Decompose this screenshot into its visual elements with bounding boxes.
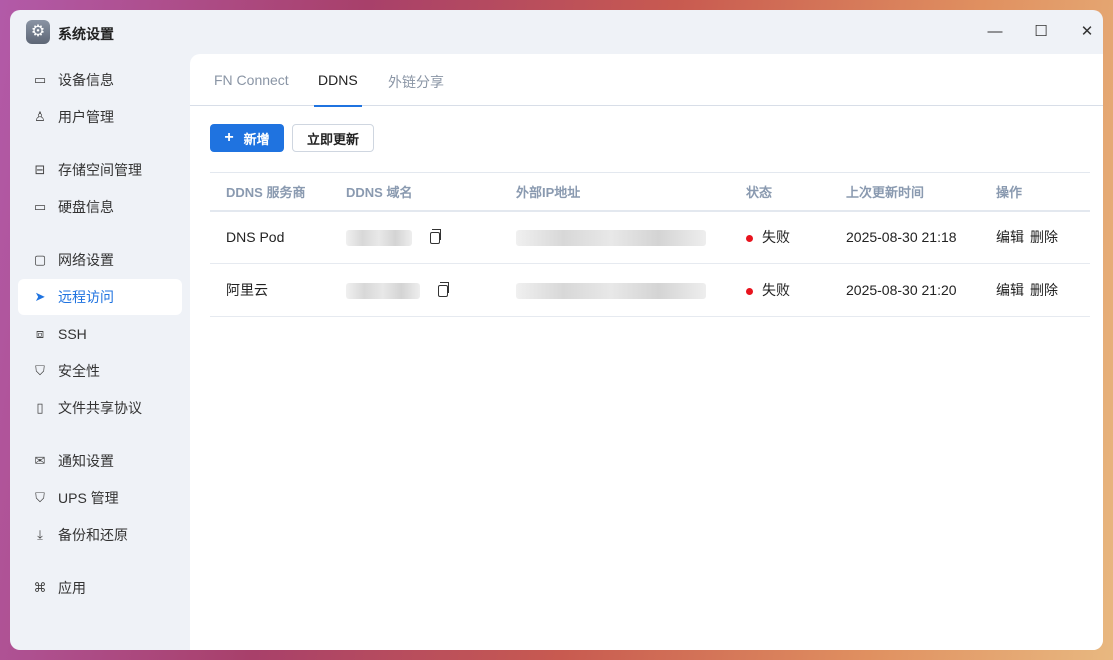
domain-cell: [330, 210, 500, 264]
sidebar-item-network[interactable]: ▢ 网络设置: [18, 242, 182, 278]
update-now-button[interactable]: 立即更新: [292, 124, 374, 152]
sidebar-item-ups[interactable]: ⛉ UPS 管理: [18, 480, 182, 516]
tab-ddns[interactable]: DDNS: [314, 72, 362, 107]
send-icon: ➤: [34, 289, 46, 304]
sidebar-item-label: 远程访问: [58, 289, 114, 305]
sidebar-item-storage[interactable]: ⊟ 存储空间管理: [18, 152, 182, 188]
mail-icon: ✉: [34, 453, 46, 468]
actions-cell: 编辑 删除: [980, 210, 1090, 264]
sidebar-item-file-sharing[interactable]: ▯ 文件共享协议: [18, 390, 182, 426]
sidebar-item-label: UPS 管理: [58, 490, 119, 506]
redacted-ip: [516, 229, 706, 246]
redacted-domain: [346, 229, 412, 246]
ups-shield-icon: ⛉: [35, 490, 45, 505]
header-provider: DDNS 服务商: [210, 172, 330, 212]
sidebar-item-label: 应用: [58, 580, 86, 596]
status-dot-icon: [746, 287, 753, 295]
file-icon: ▯: [36, 400, 44, 415]
status-text: 失败: [762, 282, 790, 298]
sidebar-item-label: 存储空间管理: [58, 162, 142, 178]
status-cell: 失败: [730, 263, 830, 317]
sidebar-item-label: 网络设置: [58, 252, 114, 268]
sidebar-item-backup[interactable]: ⤓ 备份和还原: [18, 517, 182, 553]
header-actions: 操作: [980, 172, 1090, 212]
sidebar-item-remote-access[interactable]: ➤ 远程访问: [18, 279, 182, 315]
sidebar-item-label: 文件共享协议: [58, 400, 142, 416]
title-bar: ⚙ 系统设置 — ☐ ✕: [10, 10, 1103, 54]
network-icon: ▢: [33, 252, 47, 267]
code-icon: ⧈: [35, 326, 45, 341]
drive-icon: ▭: [33, 72, 47, 87]
provider-cell: 阿里云: [210, 263, 330, 317]
add-button[interactable]: + 新增: [210, 124, 284, 152]
sidebar-item-label: 备份和还原: [58, 527, 128, 543]
minimize-button[interactable]: —: [980, 20, 1010, 44]
settings-window: ⚙ 系统设置 — ☐ ✕ ▭ 设备信息 ♙ 用户管理 ⊟ 存储空间管理 ▭ 硬盘信息 ▢…: [10, 10, 1103, 650]
sidebar-item-apps[interactable]: ⌘ 应用: [18, 570, 182, 606]
maximize-button[interactable]: ☐: [1026, 20, 1056, 44]
copy-icon[interactable]: [438, 281, 449, 297]
header-ip: 外部IP地址: [500, 172, 730, 212]
edit-button[interactable]: 编辑: [996, 229, 1024, 245]
shield-icon: ⛉: [35, 363, 45, 378]
edit-button[interactable]: 编辑: [996, 282, 1024, 298]
copy-icon[interactable]: [430, 228, 441, 244]
redacted-ip: [516, 282, 706, 299]
sidebar: ▭ 设备信息 ♙ 用户管理 ⊟ 存储空间管理 ▭ 硬盘信息 ▢ 网络设置 ➤ 远程访问 ⧈ S…: [18, 62, 182, 607]
sidebar-item-label: 通知设置: [58, 453, 114, 469]
sidebar-item-ssh[interactable]: ⧈ SSH: [18, 316, 182, 352]
ddns-table: DDNS 服务商 DDNS 域名 外部IP地址 状态 上次更新时间 操作 DNS…: [210, 172, 1090, 317]
ip-cell: [500, 210, 730, 264]
tab-link-share[interactable]: 外链分享: [388, 72, 444, 92]
sidebar-item-label: 安全性: [58, 363, 100, 379]
sidebar-item-label: 用户管理: [58, 109, 114, 125]
sidebar-item-label: 硬盘信息: [58, 199, 114, 215]
backup-icon: ⤓: [37, 527, 43, 542]
delete-button[interactable]: 删除: [1030, 282, 1058, 298]
header-status: 状态: [730, 172, 830, 212]
provider-cell: DNS Pod: [210, 210, 330, 264]
header-domain: DDNS 域名: [330, 172, 500, 212]
apps-icon: ⌘: [33, 580, 47, 595]
storage-icon: ⊟: [34, 162, 46, 177]
status-text: 失败: [762, 229, 790, 246]
sidebar-item-disk-info[interactable]: ▭ 硬盘信息: [18, 189, 182, 225]
status-cell: 失败: [730, 210, 830, 264]
content-panel: FN Connect DDNS 外链分享 + 新增 立即更新 DDNS 服务商 D…: [190, 54, 1103, 650]
sidebar-item-label: 设备信息: [58, 72, 114, 88]
settings-gear-icon: ⚙: [26, 20, 50, 44]
tab-bar: FN Connect DDNS 外链分享: [190, 54, 1103, 107]
close-button[interactable]: ✕: [1072, 20, 1102, 44]
plus-icon: +: [224, 129, 234, 146]
sidebar-item-users[interactable]: ♙ 用户管理: [18, 99, 182, 135]
sidebar-item-device-info[interactable]: ▭ 设备信息: [18, 62, 182, 98]
sidebar-item-notifications[interactable]: ✉ 通知设置: [18, 443, 182, 479]
users-icon: ♙: [34, 109, 46, 124]
disk-icon: ▭: [33, 199, 47, 214]
ip-cell: [500, 263, 730, 317]
redacted-domain: [346, 282, 420, 299]
updated-cell: 2025-08-30 21:18: [830, 210, 980, 264]
table-row: DNS Pod 失败 2025-08-30 21:18 编辑 删除: [210, 210, 1090, 264]
window-title: 系统设置: [58, 26, 114, 42]
table-row: 阿里云 失败 2025-08-30 21:20 编辑 删除: [210, 263, 1090, 317]
actions-cell: 编辑 删除: [980, 263, 1090, 317]
sidebar-item-label: SSH: [58, 326, 87, 342]
updated-cell: 2025-08-30 21:20: [830, 263, 980, 317]
tab-fn-connect[interactable]: FN Connect: [214, 72, 289, 88]
status-dot-icon: [746, 235, 753, 243]
add-label: 新增: [243, 131, 270, 147]
domain-cell: [330, 263, 500, 317]
header-updated: 上次更新时间: [830, 172, 980, 212]
sidebar-item-security[interactable]: ⛉ 安全性: [18, 353, 182, 389]
delete-button[interactable]: 删除: [1030, 229, 1058, 245]
